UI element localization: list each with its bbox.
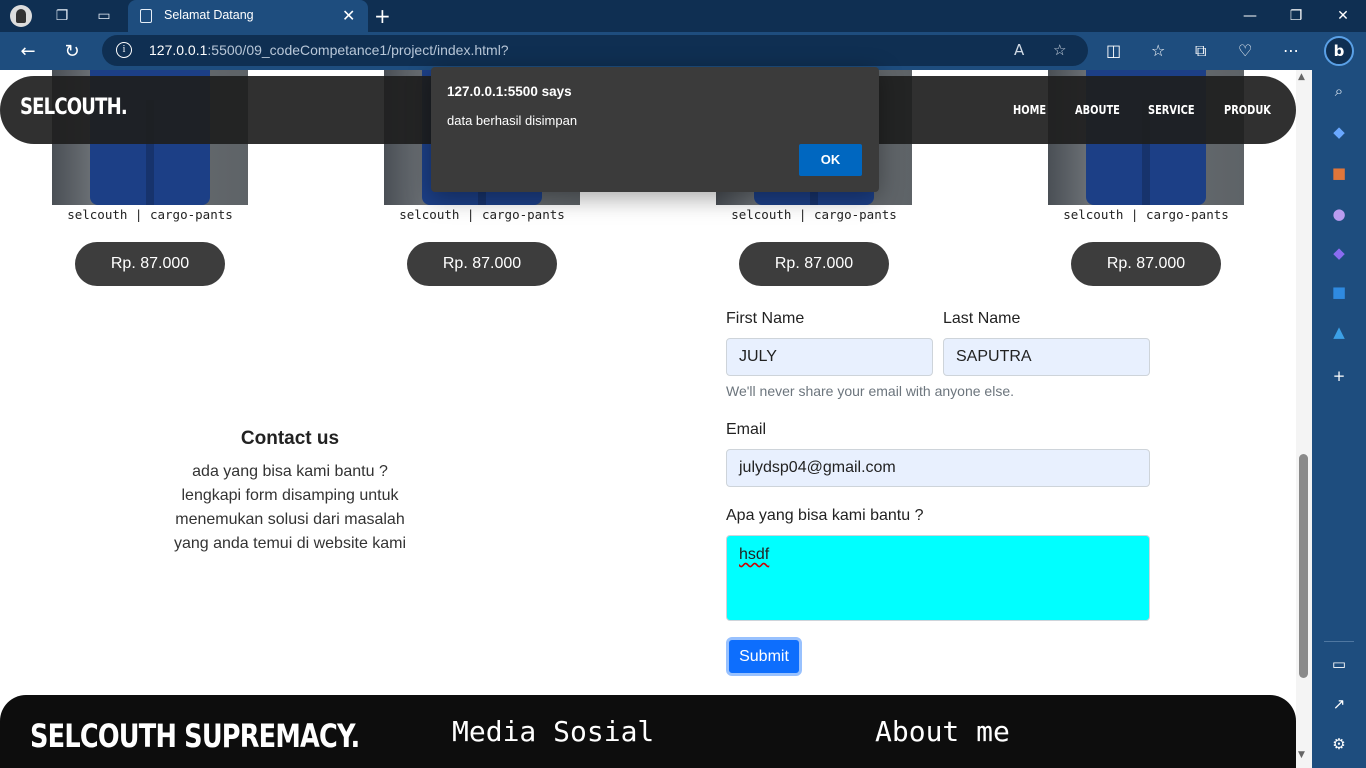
nav-link-aboute[interactable]: ABOUTE [1075, 103, 1120, 117]
contact-title: Contact us [240, 428, 340, 449]
browser-essentials-icon[interactable]: ♡ [1238, 41, 1252, 61]
site-info-icon[interactable]: i [116, 42, 132, 58]
address-toolbar: ← ↻ i 127.0.0.1:5500/09_codeCompetance1/… [0, 32, 1366, 70]
first-name-label: First Name [726, 310, 805, 327]
alert-dialog: 127.0.0.1:5500 says data berhasil disimp… [431, 67, 879, 192]
scroll-down-icon[interactable]: ▼ [1298, 750, 1305, 760]
open-external-icon[interactable]: ↗ [1328, 693, 1350, 715]
refresh-icon[interactable]: ↻ [60, 40, 84, 64]
tab-title: Selamat Datang [164, 8, 254, 22]
price-button[interactable]: Rp. 87.000 [407, 242, 557, 286]
nav-link-produk[interactable]: PRODUK [1224, 103, 1271, 117]
collections-icon[interactable]: ⧉ [1195, 41, 1206, 61]
sidebar-divider [1324, 641, 1354, 642]
settings-more-icon[interactable]: ⋯ [1283, 41, 1299, 61]
product-name: selcouth | cargo-pants [1063, 207, 1229, 222]
message-text: hsdf [739, 546, 770, 563]
scroll-up-icon[interactable]: ▲ [1298, 72, 1305, 82]
browser-tab-active[interactable]: Selamat Datang ✕ [128, 0, 368, 32]
product-name: selcouth | cargo-pants [67, 207, 233, 222]
nav-link-service[interactable]: SERVICE [1148, 103, 1195, 117]
first-name-input[interactable]: JULY [726, 338, 933, 376]
product-name: selcouth | cargo-pants [731, 207, 897, 222]
workspaces-icon[interactable]: ❐ [52, 6, 72, 26]
message-label: Apa yang bisa kami bantu ? [726, 507, 924, 524]
read-aloud-icon[interactable]: A [1014, 41, 1024, 59]
search-icon[interactable]: ⌕ [1328, 80, 1350, 102]
url-bar[interactable]: i 127.0.0.1:5500/09_codeCompetance1/proj… [102, 35, 1088, 66]
add-sidebar-app-icon[interactable]: + [1328, 365, 1350, 387]
alert-ok-button[interactable]: OK [799, 144, 862, 176]
microsoft365-icon[interactable]: ◆ [1328, 242, 1350, 264]
hide-sidebar-icon[interactable]: ▭ [1328, 653, 1350, 675]
alert-origin-title: 127.0.0.1:5500 says [447, 84, 572, 99]
copilot-icon[interactable]: b [1324, 36, 1354, 66]
footer-about-heading: About me [875, 715, 1010, 748]
price-button[interactable]: Rp. 87.000 [75, 242, 225, 286]
profile-avatar[interactable] [10, 5, 32, 27]
favorite-star-icon[interactable]: ☆ [1053, 41, 1066, 59]
tab-actions-icon[interactable]: ▭ [94, 6, 114, 26]
browser-tab-strip: ❐ ▭ Selamat Datang ✕ + — ❐ ✕ [0, 0, 1366, 32]
price-button[interactable]: Rp. 87.000 [739, 242, 889, 286]
new-tab-icon[interactable]: + [374, 4, 391, 28]
last-name-input[interactable]: SAPUTRA [943, 338, 1150, 376]
email-label: Email [726, 421, 767, 438]
tab-close-icon[interactable]: ✕ [342, 6, 355, 26]
outlook-icon[interactable]: ■ [1328, 281, 1350, 303]
contact-description: ada yang bisa kami bantu ? lengkapi form… [173, 463, 407, 552]
favorites-icon[interactable]: ☆ [1151, 41, 1165, 61]
product-name: selcouth | cargo-pants [399, 207, 565, 222]
site-footer: SELCOUTH SUPREMACY. Media Sosial About m… [0, 695, 1296, 768]
email-input[interactable]: julydsp04@gmail.com [726, 449, 1150, 487]
sidebar-settings-icon[interactable]: ⚙ [1328, 733, 1350, 755]
privacy-help-text: We'll never share your email with anyone… [726, 383, 1014, 399]
drop-icon[interactable]: ▲ [1328, 321, 1350, 343]
window-close-icon[interactable]: ✕ [1333, 6, 1353, 26]
footer-brand: SELCOUTH SUPREMACY. [30, 717, 360, 755]
message-textarea[interactable]: hsdf [726, 535, 1150, 621]
footer-media-sosial-heading: Media Sosial [452, 715, 655, 748]
minimize-icon[interactable]: — [1240, 6, 1260, 26]
games-icon[interactable]: ● [1328, 203, 1350, 225]
back-icon[interactable]: ← [16, 40, 40, 64]
page-favicon-icon [140, 9, 152, 23]
submit-button[interactable]: Submit [726, 637, 802, 676]
edge-sidebar: b ⌕ ◆ ■ ● ◆ ■ ▲ + ▭ ↗ ⚙ [1312, 32, 1366, 768]
alert-message: data berhasil disimpan [447, 113, 578, 128]
price-button[interactable]: Rp. 87.000 [1071, 242, 1221, 286]
tools-briefcase-icon[interactable]: ■ [1328, 162, 1350, 184]
url-text[interactable]: 127.0.0.1:5500/09_codeCompetance1/projec… [149, 42, 509, 58]
restore-icon[interactable]: ❐ [1286, 6, 1306, 26]
split-screen-icon[interactable]: ◫ [1106, 41, 1121, 61]
page-scrollbar-thumb[interactable] [1299, 454, 1308, 678]
site-brand[interactable]: SELCOUTH. [20, 95, 128, 120]
nav-link-home[interactable]: HOME [1013, 103, 1046, 117]
last-name-label: Last Name [943, 310, 1021, 327]
shopping-tag-icon[interactable]: ◆ [1328, 121, 1350, 143]
